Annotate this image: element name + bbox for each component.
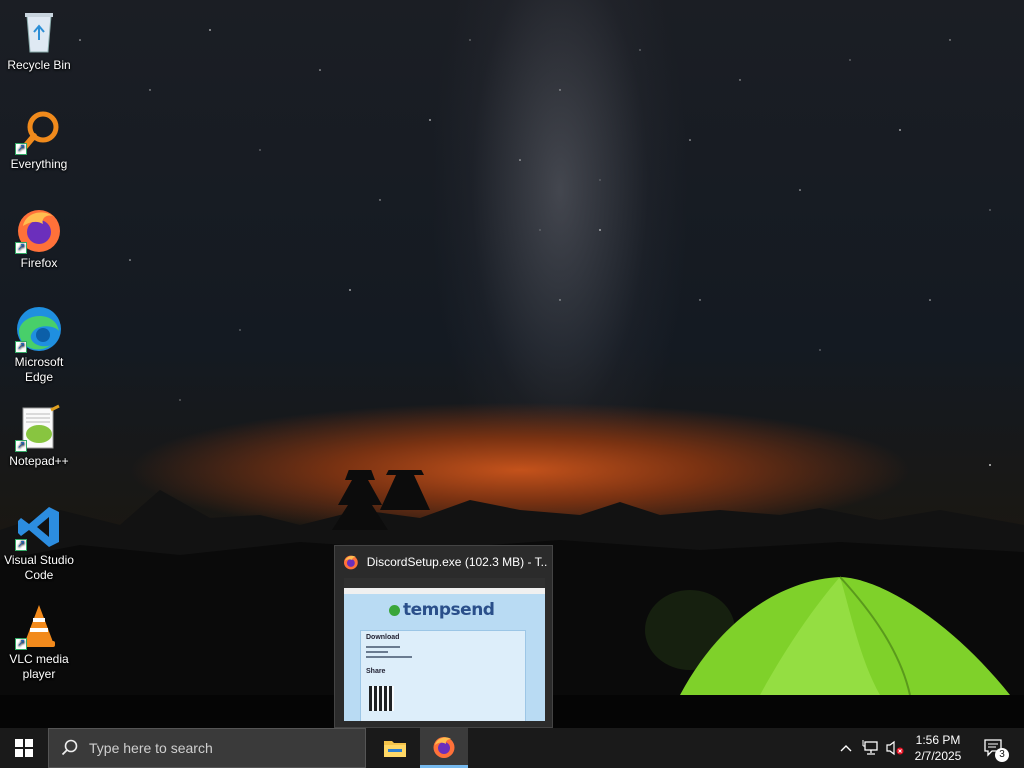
shortcut-arrow-icon [15, 339, 27, 354]
desktop-icon-label: Everything [10, 157, 68, 171]
preview-thumbnail[interactable]: tempsend Download Share [344, 578, 545, 721]
firefox-icon [15, 206, 63, 255]
vlc-icon [15, 602, 63, 651]
taskbar-app-file-explorer[interactable] [371, 728, 419, 768]
show-hidden-icons-button[interactable] [836, 728, 856, 768]
taskbar: 1:56 PM 2/7/2025 3 [0, 728, 1024, 768]
preview-title-bar: DiscordSetup.exe (102.3 MB) - T... [343, 552, 548, 572]
taskbar-clock[interactable]: 1:56 PM 2/7/2025 [906, 728, 970, 768]
clock-time: 1:56 PM [915, 733, 961, 747]
desktop-icon-label: VLC media player [9, 652, 69, 681]
volume-button[interactable] [884, 728, 906, 768]
desktop-icon-label: Recycle Bin [7, 58, 71, 72]
shortcut-arrow-icon [15, 438, 27, 453]
tempsend-logo: tempsend [389, 600, 495, 620]
preview-title-text: DiscordSetup.exe (102.3 MB) - T... [366, 555, 548, 569]
card-heading: Download [366, 634, 400, 641]
taskbar-search-box[interactable] [48, 728, 366, 768]
download-card: Download Share [360, 630, 526, 721]
everything-search-icon [15, 107, 63, 156]
shortcut-arrow-icon [15, 636, 27, 651]
windows-logo-icon [15, 739, 33, 757]
starfield [79, 29, 991, 466]
action-center-button[interactable]: 3 [978, 728, 1010, 768]
desktop-icon-firefox[interactable]: Firefox [2, 202, 76, 271]
edge-icon [15, 305, 63, 354]
volume-muted-icon [886, 740, 904, 756]
vscode-icon [15, 503, 63, 552]
recycle-bin-icon [15, 8, 63, 56]
desktop-icon-label: Firefox [20, 256, 58, 270]
desktop-icon-vscode[interactable]: Visual Studio Code [2, 499, 76, 583]
desktop-icon-label: Visual Studio Code [4, 553, 74, 582]
card-line [366, 651, 388, 653]
desktop-icon-edge[interactable]: Microsoft Edge [2, 301, 76, 385]
thumb-page: tempsend Download Share [344, 594, 545, 721]
thumb-tab-strip [344, 578, 545, 588]
card-line [366, 646, 400, 648]
shortcut-arrow-icon [15, 537, 27, 552]
chevron-up-icon [840, 745, 852, 752]
start-button[interactable] [0, 728, 48, 768]
network-status-button[interactable] [860, 728, 882, 768]
desktop-icon-vlc[interactable]: VLC media player [2, 598, 76, 682]
card-line [366, 656, 412, 658]
card-subheading: Share [366, 668, 386, 675]
desktop-icon-label: Notepad++ [9, 454, 69, 468]
shortcut-arrow-icon [15, 240, 27, 255]
network-icon [862, 740, 878, 755]
firefox-icon [433, 736, 455, 758]
search-icon [61, 739, 78, 756]
firefox-icon [343, 555, 358, 570]
clock-date: 2/7/2025 [914, 749, 962, 763]
notepadpp-icon [15, 404, 63, 453]
desktop-icon-notepadpp[interactable]: Notepad++ [2, 400, 76, 469]
shortcut-arrow-icon [15, 141, 27, 156]
search-input[interactable] [87, 739, 351, 757]
taskbar-window-preview[interactable]: DiscordSetup.exe (102.3 MB) - T... temps… [334, 545, 553, 728]
qr-code [369, 686, 394, 711]
file-explorer-icon [384, 741, 406, 757]
notification-count-badge: 3 [995, 748, 1009, 762]
desktop-icon-everything[interactable]: Everything [2, 103, 76, 172]
desktop-icon-label: Microsoft Edge [14, 355, 64, 384]
desktop-icon-recycle-bin[interactable]: Recycle Bin [2, 4, 76, 73]
taskbar-app-firefox[interactable] [420, 728, 468, 768]
